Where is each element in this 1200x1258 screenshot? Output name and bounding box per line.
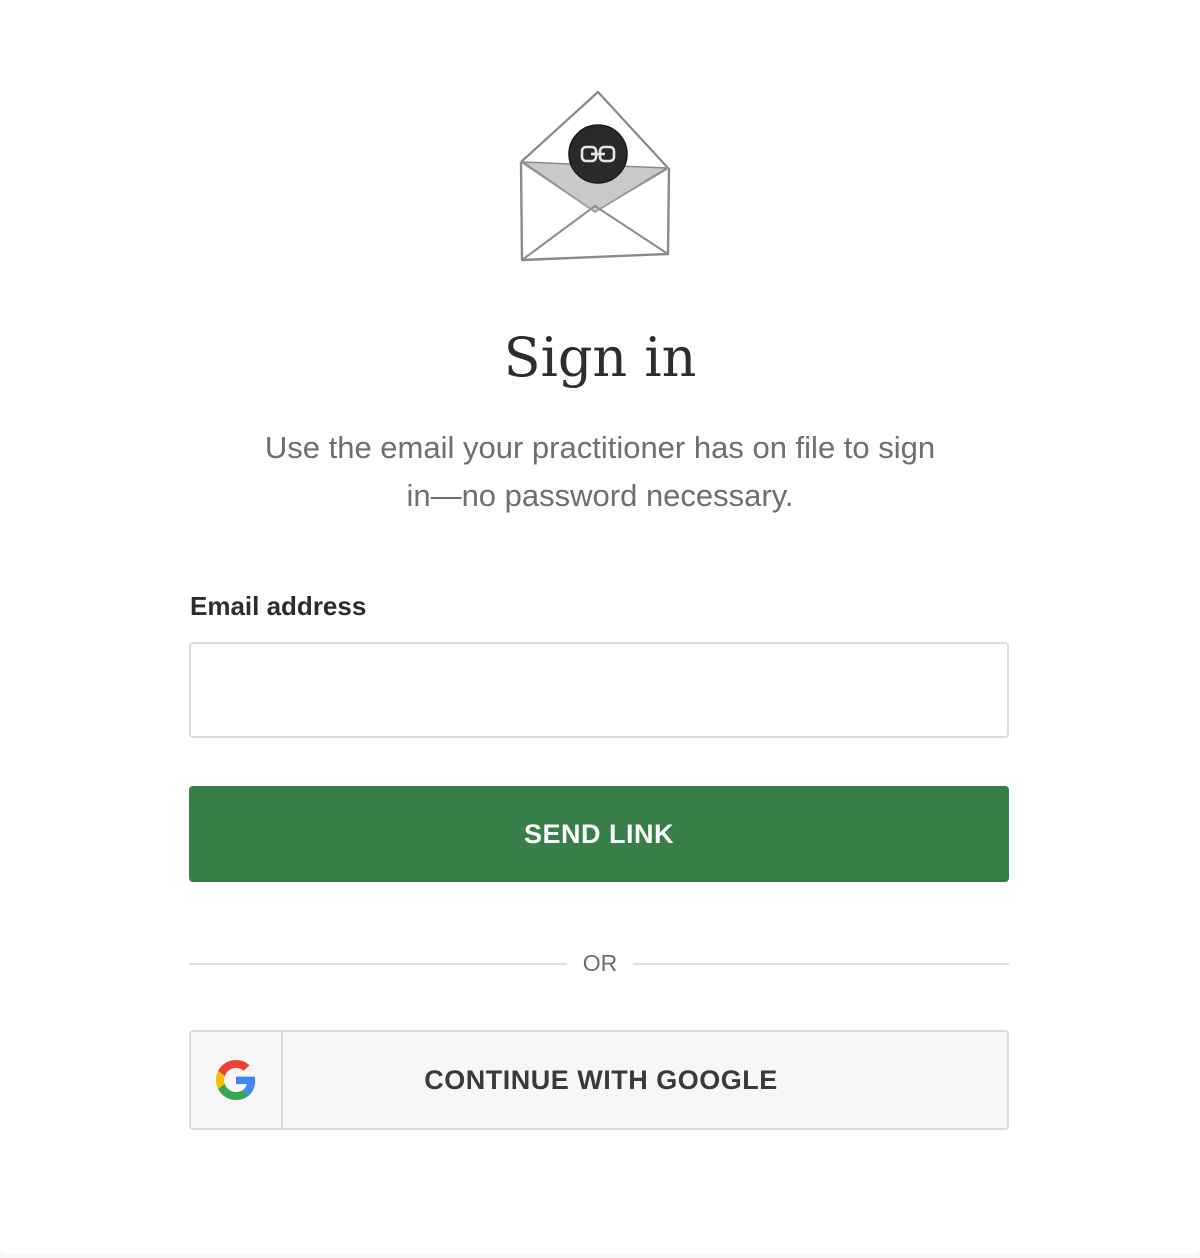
google-button-label: CONTINUE WITH GOOGLE: [424, 1065, 778, 1095]
google-icon-container: [191, 1032, 283, 1128]
send-link-button[interactable]: SEND LINK: [189, 786, 1009, 882]
email-field[interactable]: [189, 642, 1009, 738]
envelope-link-icon: [519, 90, 671, 262]
divider-line-left: [189, 963, 567, 965]
email-label: Email address: [190, 591, 367, 621]
sign-in-card: Sign in Use the email your practitioner …: [0, 0, 1200, 1254]
page-subtitle: Use the email your practitioner has on f…: [264, 430, 936, 513]
continue-with-google-button[interactable]: CONTINUE WITH GOOGLE: [189, 1030, 1009, 1130]
google-g-icon: [216, 1060, 256, 1100]
divider-or: OR: [582, 950, 618, 976]
page-title: Sign in: [503, 326, 697, 389]
divider-line-right: [633, 963, 1009, 965]
